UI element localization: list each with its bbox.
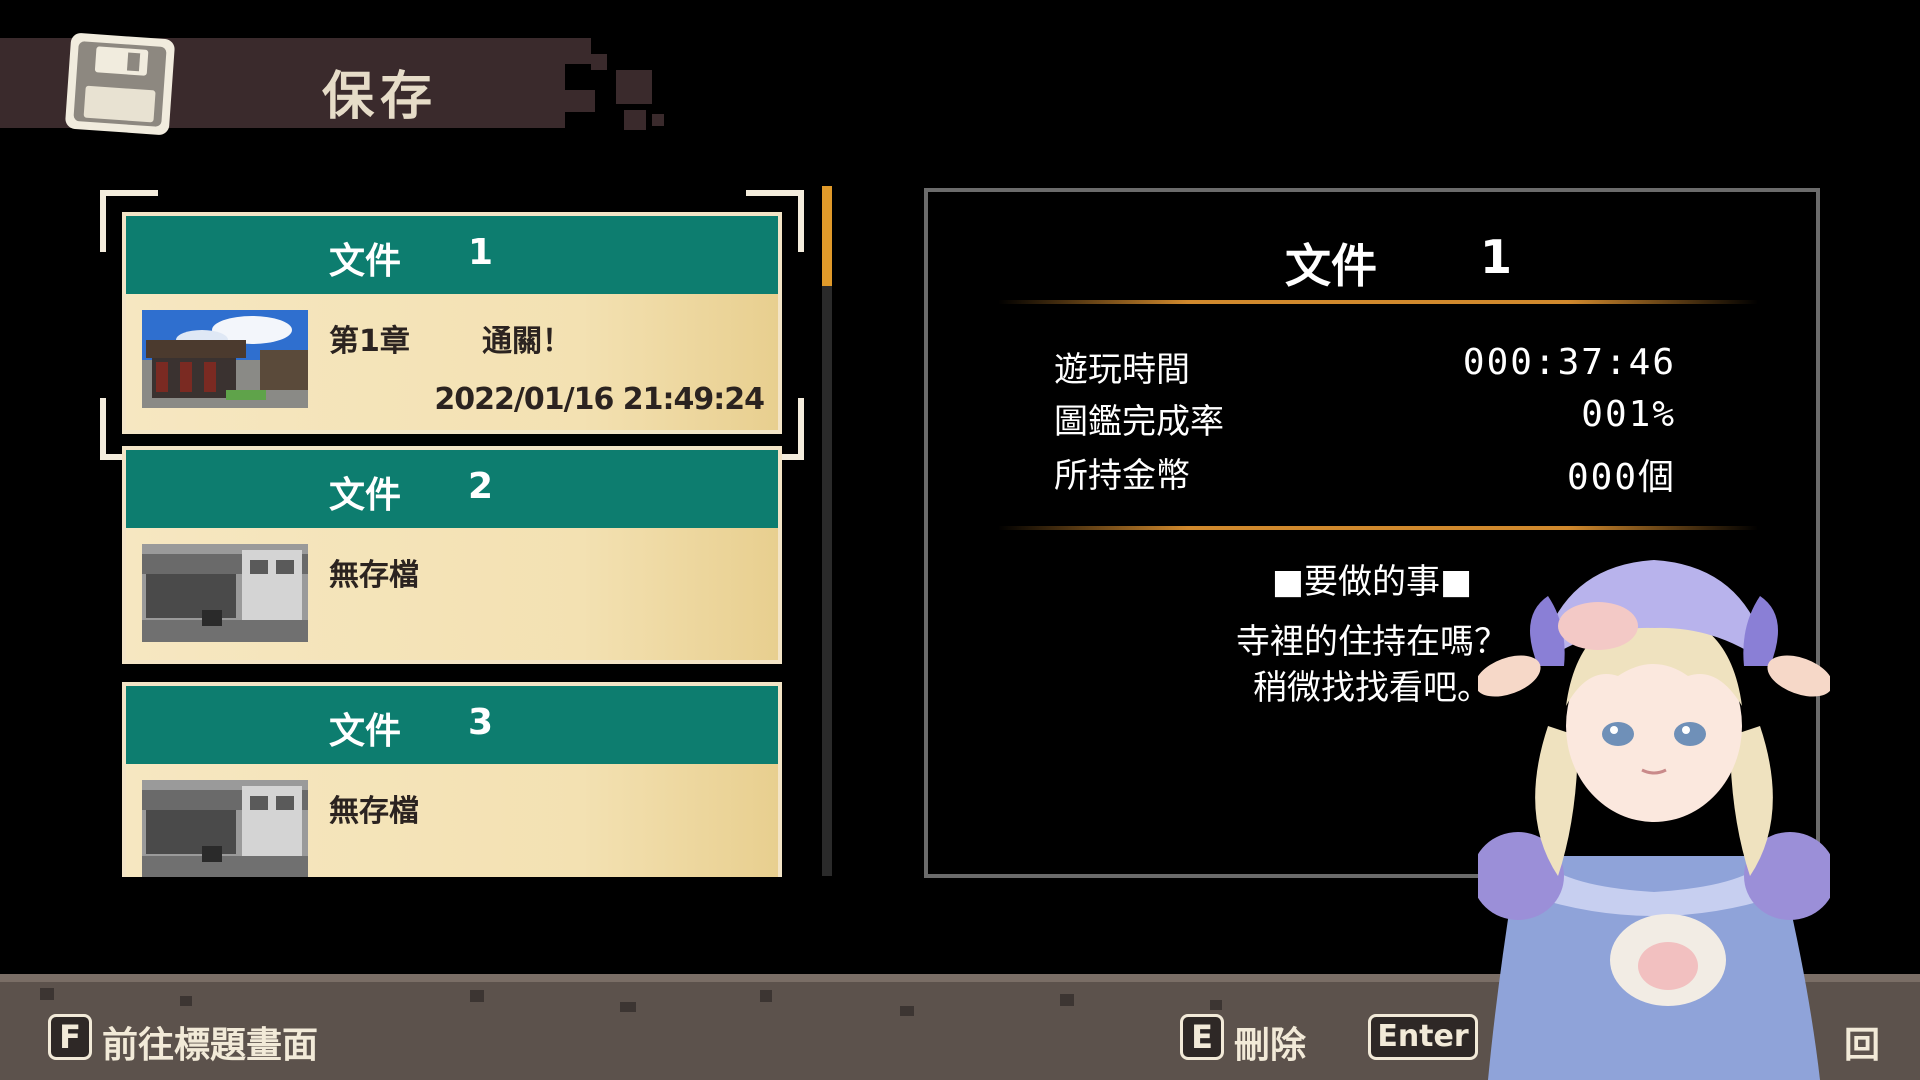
key-f[interactable]: F xyxy=(48,1014,92,1060)
detail-title: 文件 xyxy=(1285,239,1377,293)
delete-button[interactable]: 刪除 xyxy=(1234,1016,1306,1068)
save-slot-1[interactable]: 文件 1 第1章 通關！ 2022/01/16 21:49:24 xyxy=(122,212,782,434)
key-e[interactable]: E xyxy=(1180,1014,1224,1060)
slot-number: 1 xyxy=(468,232,494,273)
divider xyxy=(998,300,1758,304)
page-title: 保存 xyxy=(322,67,439,127)
slot-empty-label: 無存檔 xyxy=(329,794,419,829)
stat-label-completion: 圖鑑完成率 xyxy=(1054,402,1224,442)
slot-date: 2022/01/16 21:49:24 xyxy=(434,382,765,417)
save-slot-3[interactable]: 文件 3 無存檔 xyxy=(122,682,782,877)
header-pixel xyxy=(565,38,591,64)
header-pixel xyxy=(591,54,607,70)
save-slot-2[interactable]: 文件 2 無存檔 xyxy=(122,446,782,664)
slot-number: 3 xyxy=(468,702,494,743)
back-button[interactable]: 回 xyxy=(1844,1016,1880,1068)
slot-label: 文件 xyxy=(329,241,402,282)
stat-value-coins: 000個 xyxy=(1566,457,1676,498)
stat-label-coins: 所持金幣 xyxy=(1054,456,1190,496)
slot-empty-label: 無存檔 xyxy=(329,558,419,593)
divider xyxy=(998,526,1758,530)
bottom-pixel xyxy=(180,996,192,1006)
save-slot-list: 文件 1 第1章 通關！ 2022/01/16 21:49:24 文件 2 無存… xyxy=(122,212,782,877)
bottom-pixel xyxy=(40,988,54,1000)
slot-label: 文件 xyxy=(329,475,402,516)
key-enter[interactable]: Enter xyxy=(1368,1014,1478,1060)
title-screen-button[interactable]: 前往標題畫面 xyxy=(102,1016,318,1068)
slot-header: 文件 1 xyxy=(126,216,778,294)
bottom-pixel xyxy=(760,990,772,1002)
slot-header: 文件 2 xyxy=(126,450,778,528)
scrollbar-track[interactable] xyxy=(822,186,832,876)
stat-value-playtime: 000:37:46 xyxy=(1462,342,1676,383)
floppy-disk-icon xyxy=(65,33,175,135)
header-pixel xyxy=(616,70,652,104)
slot-thumbnail xyxy=(142,780,308,877)
slot-number: 2 xyxy=(468,466,494,507)
bottom-pixel xyxy=(1210,1000,1222,1010)
stat-label-playtime: 遊玩時間 xyxy=(1054,350,1190,390)
bottom-pixel xyxy=(620,1002,636,1012)
slot-label: 文件 xyxy=(329,711,402,752)
header-pixel xyxy=(565,90,595,112)
character-portrait xyxy=(1478,560,1830,1080)
detail-number: 1 xyxy=(1480,230,1513,284)
header-pixel xyxy=(652,114,664,126)
bottom-pixel xyxy=(470,990,484,1002)
bottom-pixel xyxy=(1060,994,1074,1006)
stat-value-completion: 001% xyxy=(1581,394,1676,435)
scrollbar-thumb[interactable] xyxy=(822,186,832,286)
bottom-pixel xyxy=(900,1006,914,1016)
slot-thumbnail xyxy=(142,544,308,642)
slot-status: 通關！ xyxy=(482,324,572,359)
slot-thumbnail xyxy=(142,310,308,408)
slot-chapter: 第1章 xyxy=(329,324,410,359)
slot-header: 文件 3 xyxy=(126,686,778,764)
header-pixel xyxy=(624,110,646,130)
